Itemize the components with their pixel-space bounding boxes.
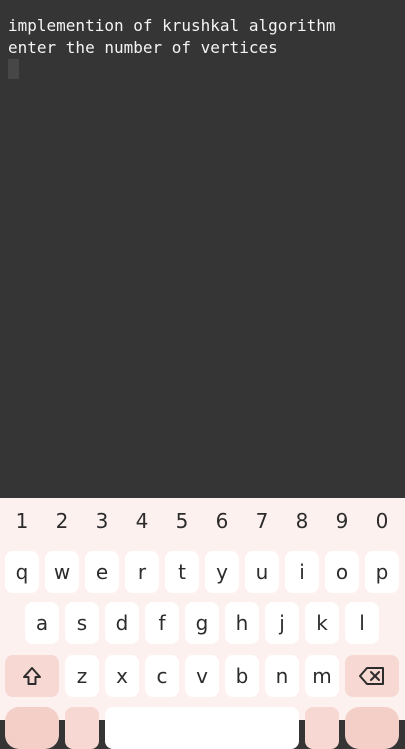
key-g[interactable]: g xyxy=(185,602,219,644)
key-a[interactable]: a xyxy=(25,602,59,644)
period-key[interactable] xyxy=(305,707,339,749)
backspace-icon xyxy=(358,666,386,686)
key-k[interactable]: k xyxy=(305,602,339,644)
key-h[interactable]: h xyxy=(225,602,259,644)
key-j[interactable]: j xyxy=(265,602,299,644)
key-c[interactable]: c xyxy=(145,655,179,697)
key-i[interactable]: i xyxy=(285,551,319,593)
key-b[interactable]: b xyxy=(225,655,259,697)
key-f[interactable]: f xyxy=(145,602,179,644)
terminal-line: enter the number of vertices xyxy=(8,38,278,57)
symbols-key[interactable] xyxy=(5,707,59,749)
key-l[interactable]: l xyxy=(345,602,379,644)
text-cursor xyxy=(8,59,19,79)
number-key-8[interactable]: 8 xyxy=(282,509,322,533)
key-v[interactable]: v xyxy=(185,655,219,697)
number-key-9[interactable]: 9 xyxy=(322,509,362,533)
key-q[interactable]: q xyxy=(5,551,39,593)
number-key-1[interactable]: 1 xyxy=(2,509,42,533)
key-y[interactable]: y xyxy=(205,551,239,593)
spacebar[interactable] xyxy=(105,707,299,749)
shift-key[interactable] xyxy=(5,655,59,697)
key-d[interactable]: d xyxy=(105,602,139,644)
number-key-3[interactable]: 3 xyxy=(82,509,122,533)
key-e[interactable]: e xyxy=(85,551,119,593)
key-x[interactable]: x xyxy=(105,655,139,697)
key-n[interactable]: n xyxy=(265,655,299,697)
backspace-key[interactable] xyxy=(345,655,399,697)
number-key-0[interactable]: 0 xyxy=(362,509,402,533)
number-key-7[interactable]: 7 xyxy=(242,509,282,533)
comma-key[interactable] xyxy=(65,707,99,749)
key-u[interactable]: u xyxy=(245,551,279,593)
number-key-2[interactable]: 2 xyxy=(42,509,82,533)
key-z[interactable]: z xyxy=(65,655,99,697)
key-o[interactable]: o xyxy=(325,551,359,593)
shift-arrow-icon xyxy=(21,665,43,687)
number-key-5[interactable]: 5 xyxy=(162,509,202,533)
number-key-6[interactable]: 6 xyxy=(202,509,242,533)
terminal-line: implemention of krushkal algorithm xyxy=(8,16,336,35)
key-w[interactable]: w xyxy=(45,551,79,593)
enter-key[interactable] xyxy=(345,707,399,749)
key-s[interactable]: s xyxy=(65,602,99,644)
key-t[interactable]: t xyxy=(165,551,199,593)
key-p[interactable]: p xyxy=(365,551,399,593)
soft-keyboard: 1 2 3 4 5 6 7 8 9 0 q w e r t y u i o p … xyxy=(0,498,405,749)
terminal-screen[interactable]: implemention of krushkal algorithm enter… xyxy=(0,0,405,498)
key-m[interactable]: m xyxy=(305,655,339,697)
number-key-4[interactable]: 4 xyxy=(122,509,162,533)
key-r[interactable]: r xyxy=(125,551,159,593)
